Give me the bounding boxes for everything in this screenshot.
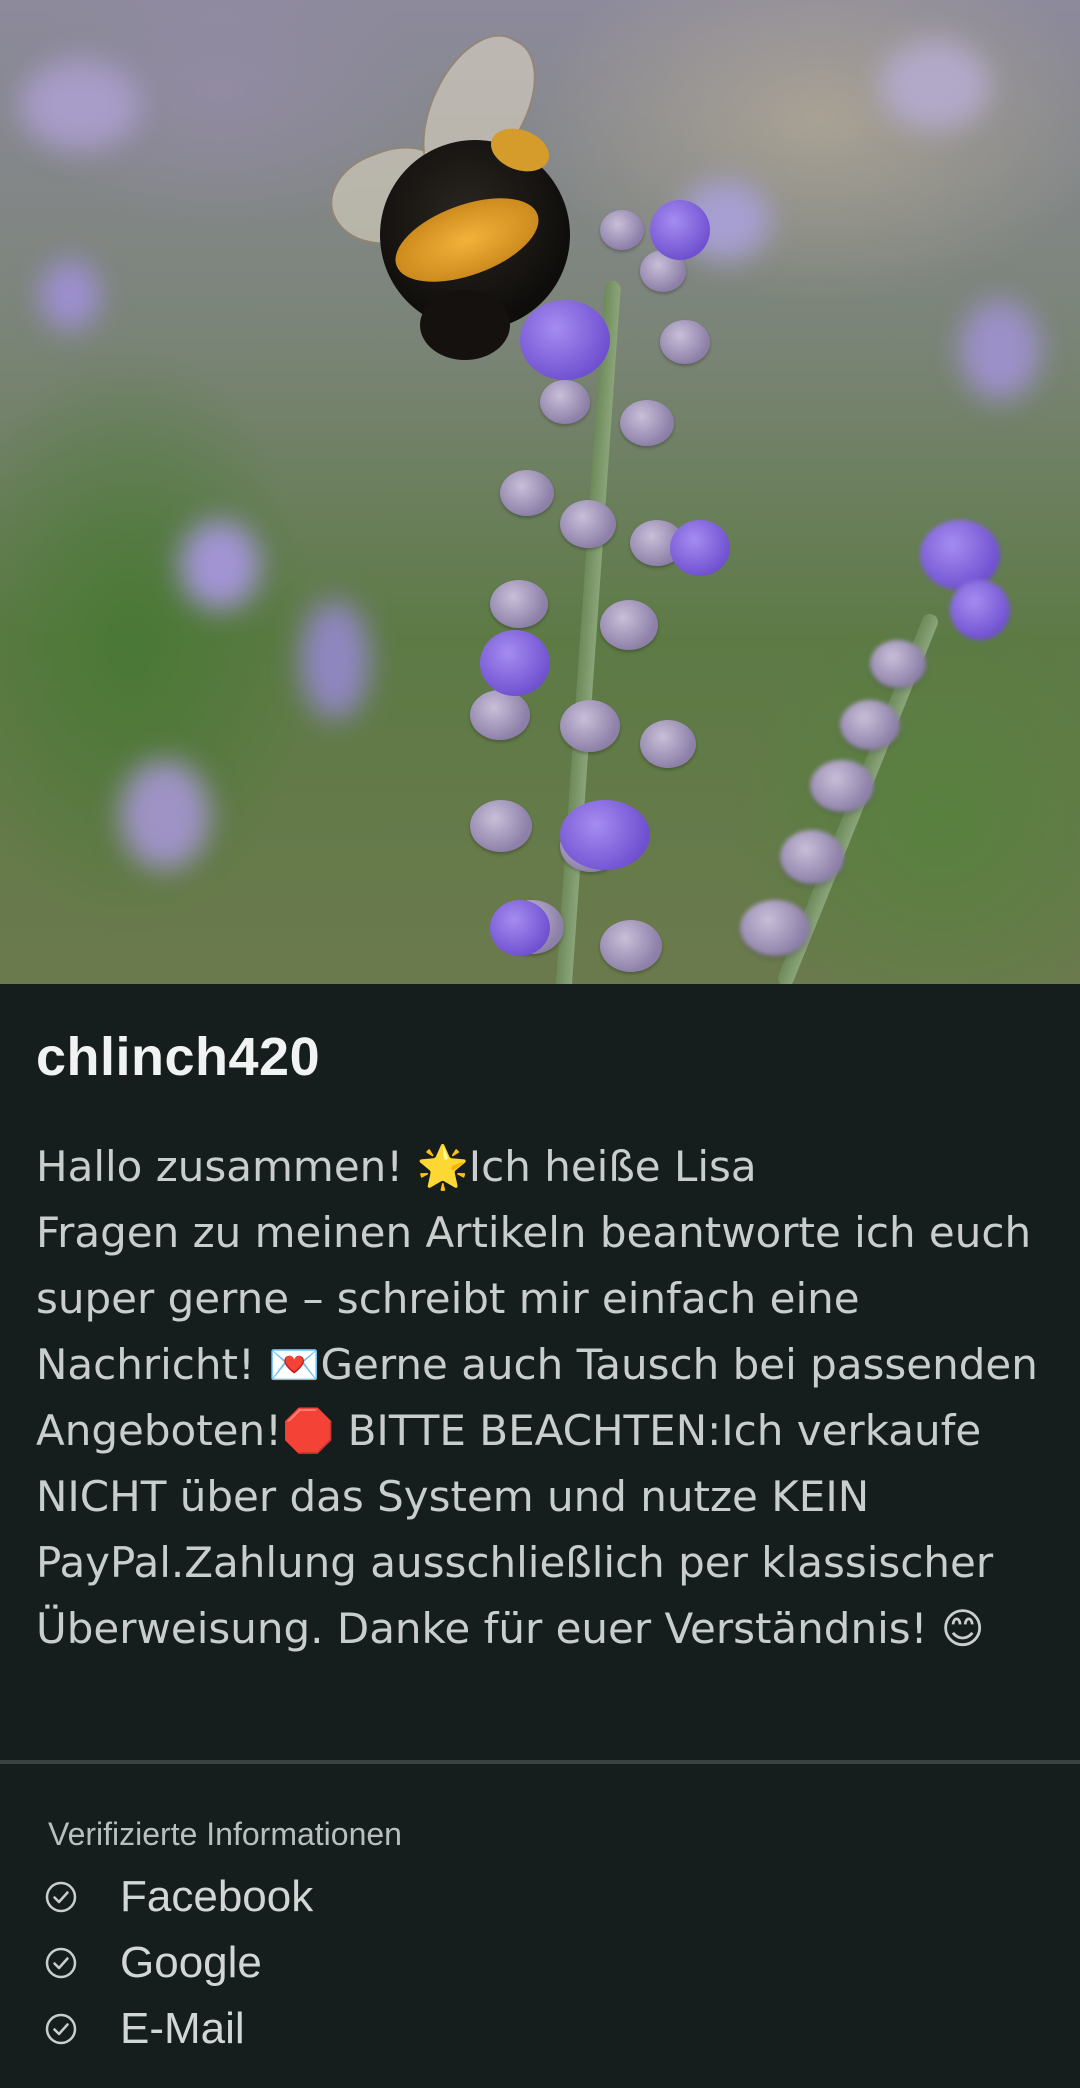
verified-item-facebook: Facebook bbox=[44, 1864, 313, 1930]
lavender-bud bbox=[660, 320, 710, 364]
background-blossom bbox=[120, 760, 210, 870]
verified-item-email: E-Mail bbox=[44, 1996, 313, 2062]
check-circle-icon bbox=[44, 1946, 78, 1980]
bee-head bbox=[420, 290, 510, 360]
lavender-bud bbox=[640, 720, 696, 768]
profile-info: chlinch420 Hallo zusammen! 🌟Ich heiße Li… bbox=[0, 984, 1080, 1760]
lavender-petal bbox=[650, 200, 710, 260]
profile-bio: Hallo zusammen! 🌟Ich heiße Lisa Fragen z… bbox=[36, 1142, 1038, 1653]
lavender-petal bbox=[950, 580, 1010, 640]
lavender-bud bbox=[740, 900, 810, 956]
lavender-bud bbox=[810, 760, 874, 812]
lavender-bud bbox=[540, 380, 590, 424]
lavender-bud bbox=[560, 500, 616, 548]
lavender-bud bbox=[870, 640, 926, 688]
lavender-bud bbox=[470, 690, 530, 740]
verified-info-section: Verifizierte Informationen Facebook Goog… bbox=[0, 1764, 1080, 2088]
cover-photo bbox=[0, 0, 1080, 984]
lavender-petal bbox=[560, 800, 650, 870]
check-circle-icon bbox=[44, 1880, 78, 1914]
verified-label: E-Mail bbox=[120, 2004, 245, 2053]
lavender-petal bbox=[490, 900, 550, 956]
check-circle-icon bbox=[44, 2012, 78, 2046]
username: chlinch420 bbox=[36, 1027, 321, 1087]
lavender-bud bbox=[500, 470, 554, 516]
lavender-bud bbox=[490, 580, 548, 628]
lavender-bud bbox=[620, 400, 674, 446]
lavender-bud bbox=[780, 830, 844, 884]
verified-info-title: Verifizierte Informationen bbox=[48, 1816, 402, 1852]
lavender-bud bbox=[470, 800, 532, 852]
lavender-bud bbox=[600, 600, 658, 650]
verified-item-google: Google bbox=[44, 1930, 313, 1996]
background-blossom bbox=[40, 260, 100, 330]
verified-label: Facebook bbox=[120, 1872, 314, 1921]
lavender-petal bbox=[920, 520, 1000, 590]
lavender-petal bbox=[670, 520, 730, 576]
background-blossom bbox=[960, 300, 1040, 400]
lavender-bud bbox=[600, 210, 644, 250]
lavender-bud bbox=[600, 920, 662, 972]
background-blossom bbox=[20, 60, 140, 150]
lavender-bud bbox=[840, 700, 900, 750]
lavender-petal bbox=[480, 630, 550, 696]
background-blossom bbox=[300, 600, 370, 720]
verified-label: Google bbox=[120, 1938, 262, 1987]
profile-page: chlinch420 Hallo zusammen! 🌟Ich heiße Li… bbox=[0, 0, 1080, 2088]
background-blossom bbox=[180, 520, 260, 610]
background-blossom bbox=[880, 40, 990, 130]
lavender-bud bbox=[560, 700, 620, 752]
verified-info-list: Facebook Google E-Mail bbox=[44, 1864, 313, 2062]
lavender-petal bbox=[520, 300, 610, 380]
